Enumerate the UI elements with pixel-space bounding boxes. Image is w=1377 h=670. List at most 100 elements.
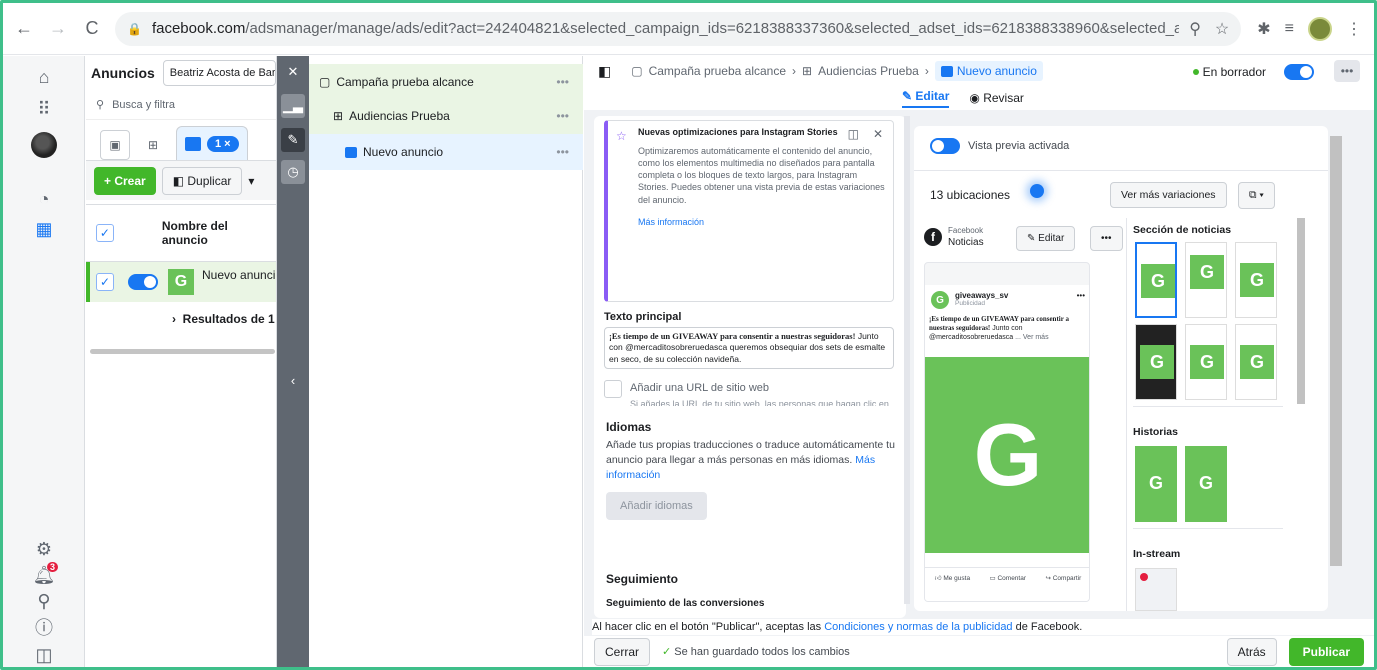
home-icon[interactable]: ⌂: [3, 64, 85, 90]
save-status: ✓ Se han guardado todos los cambios: [662, 645, 850, 658]
back-button[interactable]: Atrás: [1226, 637, 1277, 666]
more-options-icon[interactable]: •••: [1077, 291, 1085, 300]
feed-preview: f Facebook Noticias ✎ Editar ••• G givea…: [924, 216, 1130, 611]
draft-toggle[interactable]: [1284, 64, 1314, 80]
crumb-campaign[interactable]: Campaña prueba alcance: [649, 64, 786, 78]
bookmark-star-icon[interactable]: ☆: [1215, 19, 1229, 39]
tab-campaigns[interactable]: ▣: [100, 130, 130, 160]
row-checkbox[interactable]: ✓: [96, 273, 114, 291]
report-icon[interactable]: ◫: [3, 642, 85, 668]
crumb-ad[interactable]: Nuevo anuncio: [934, 61, 1043, 81]
placement-thumb-instream-1[interactable]: [1135, 568, 1177, 611]
close-icon[interactable]: ✕: [281, 60, 305, 84]
tree-item-ad[interactable]: Nuevo anuncio •••: [309, 134, 583, 170]
settings-gear-icon[interactable]: ⚙: [3, 536, 85, 562]
placement-thumb-feed-2[interactable]: G: [1185, 242, 1227, 318]
add-languages-button[interactable]: Añadir idiomas: [606, 492, 707, 520]
close-icon[interactable]: ✕: [873, 127, 883, 141]
preview-toggle-row: Vista previa activada: [930, 138, 1069, 154]
column-name-header[interactable]: Nombre del anuncio: [162, 219, 276, 247]
preview-toggle[interactable]: [930, 138, 960, 154]
more-options-icon[interactable]: •••: [1334, 60, 1360, 82]
more-variations-button[interactable]: Ver más variaciones: [1110, 182, 1227, 208]
thumb-logo: G: [1240, 263, 1274, 297]
reading-list-icon[interactable]: ≡: [1285, 20, 1294, 38]
collapse-chevron-icon[interactable]: ‹: [281, 368, 305, 392]
account-avatar-button[interactable]: [3, 132, 85, 158]
like-action[interactable]: 👍︎ Me gusta: [935, 574, 970, 582]
tab-edit[interactable]: ✎ Editar: [902, 89, 950, 108]
more-options-icon[interactable]: •••: [556, 75, 569, 89]
placement-thumb-feed-5[interactable]: G: [1185, 324, 1227, 400]
duplicate-button[interactable]: ◧ Duplicar: [161, 166, 243, 195]
placement-thumb-feed-6[interactable]: G: [1235, 324, 1277, 400]
selected-count-pill[interactable]: 1 ×: [207, 135, 239, 152]
primary-text-input[interactable]: ¡Es tiempo de un GIVEAWAY para consentir…: [604, 327, 894, 369]
tab-adsets[interactable]: ⊞: [138, 130, 168, 160]
edit-preview-button[interactable]: ✎ Editar: [1016, 226, 1076, 251]
publish-button[interactable]: Publicar: [1288, 637, 1364, 666]
forward-arrow-icon[interactable]: →: [45, 16, 71, 42]
account-selector[interactable]: Beatriz Acosta de Barra: [162, 60, 276, 86]
tree-item-campaign[interactable]: ▢ Campaña prueba alcance •••: [309, 64, 583, 100]
panel-toggle-icon[interactable]: ◧: [598, 63, 611, 80]
duplicate-dropdown-icon[interactable]: ▾: [248, 174, 254, 188]
apps-grid-icon[interactable]: ⠿: [3, 96, 85, 122]
create-button[interactable]: + Crear: [94, 166, 156, 195]
placement-thumb-feed-4[interactable]: G: [1135, 324, 1177, 400]
tab-review[interactable]: ◉ Revisar: [969, 91, 1024, 105]
bookmark-icon[interactable]: ◫: [848, 127, 859, 141]
website-url-label[interactable]: Añadir una URL de sitio web: [630, 382, 769, 394]
chevron-right-icon: ›: [792, 64, 797, 78]
history-clock-icon[interactable]: ◷: [281, 160, 305, 184]
search-filter[interactable]: ⚲ Busca y filtra: [86, 90, 276, 120]
ads-table-icon[interactable]: ▦: [3, 216, 85, 242]
reload-icon[interactable]: C: [79, 16, 105, 42]
tab-ads[interactable]: 1 ×: [176, 126, 248, 160]
select-all-checkbox[interactable]: ✓: [96, 224, 114, 242]
placement-thumb-story-2[interactable]: G: [1185, 446, 1227, 522]
notice-link[interactable]: Más información: [638, 216, 885, 228]
row-status-toggle[interactable]: [128, 274, 158, 290]
comment-action[interactable]: ▭ Comentar: [990, 574, 1027, 582]
thumbnail-scrollbar[interactable]: [1297, 218, 1305, 404]
results-row[interactable]: › Resultados de 1 a: [86, 302, 276, 336]
tree-item-adset[interactable]: ⊞ Audiencias Prueba •••: [309, 98, 583, 134]
placement-thumb-feed-1[interactable]: G: [1135, 242, 1177, 318]
extensions-icon[interactable]: ✱: [1257, 19, 1270, 39]
expand-chevron-icon: ›: [172, 312, 183, 326]
see-more-link[interactable]: ... Ver más: [1015, 334, 1048, 341]
terms-link[interactable]: Condiciones y normas de la publicidad: [824, 621, 1012, 633]
horizontal-scrollbar[interactable]: [90, 349, 275, 354]
feed-platform: Facebook: [948, 226, 984, 235]
row-ad-name[interactable]: Nuevo anunci: [202, 268, 275, 282]
thumb-logo: G: [1148, 472, 1163, 493]
preview-scrollbar[interactable]: [1330, 136, 1342, 566]
address-bar[interactable]: 🔒 facebook.com /adsmanager/manage/ads/ed…: [115, 11, 1242, 46]
search-icon[interactable]: ⚲: [3, 588, 85, 614]
close-button[interactable]: Cerrar: [594, 637, 651, 666]
notifications-bell-icon[interactable]: 🔔︎ 3: [3, 562, 85, 588]
zoom-icon[interactable]: ⚲: [1189, 19, 1201, 39]
website-url-checkbox[interactable]: [604, 380, 622, 398]
edit-preview-label: Editar: [1038, 233, 1065, 244]
open-external-icon[interactable]: ⧉ ▾: [1238, 182, 1275, 209]
more-options-icon[interactable]: •••: [556, 109, 569, 123]
chart-icon[interactable]: ▁▃: [281, 94, 305, 118]
crumb-adset[interactable]: Audiencias Prueba: [818, 64, 919, 78]
share-action[interactable]: ↪ Compartir: [1045, 574, 1081, 582]
more-options-icon[interactable]: •••: [1090, 226, 1123, 251]
placement-thumb-story-1[interactable]: G: [1135, 446, 1177, 522]
table-header: ✓ Nombre del anuncio: [86, 204, 276, 262]
table-row[interactable]: ✓ G Nuevo anunci: [86, 262, 276, 302]
back-arrow-icon[interactable]: ←: [11, 16, 37, 42]
help-icon[interactable]: ⓘ: [3, 614, 85, 640]
profile-avatar[interactable]: [1308, 16, 1332, 41]
form-scrollbar[interactable]: [904, 116, 910, 604]
placement-thumb-feed-3[interactable]: G: [1235, 242, 1277, 318]
more-options-icon[interactable]: •••: [556, 145, 569, 159]
edit-pencil-icon[interactable]: ✎: [281, 128, 305, 152]
check-icon: ✓: [662, 646, 675, 658]
dashboard-gauge-icon[interactable]: ◔: [3, 186, 85, 212]
browser-menu-icon[interactable]: ⋮: [1346, 19, 1362, 39]
